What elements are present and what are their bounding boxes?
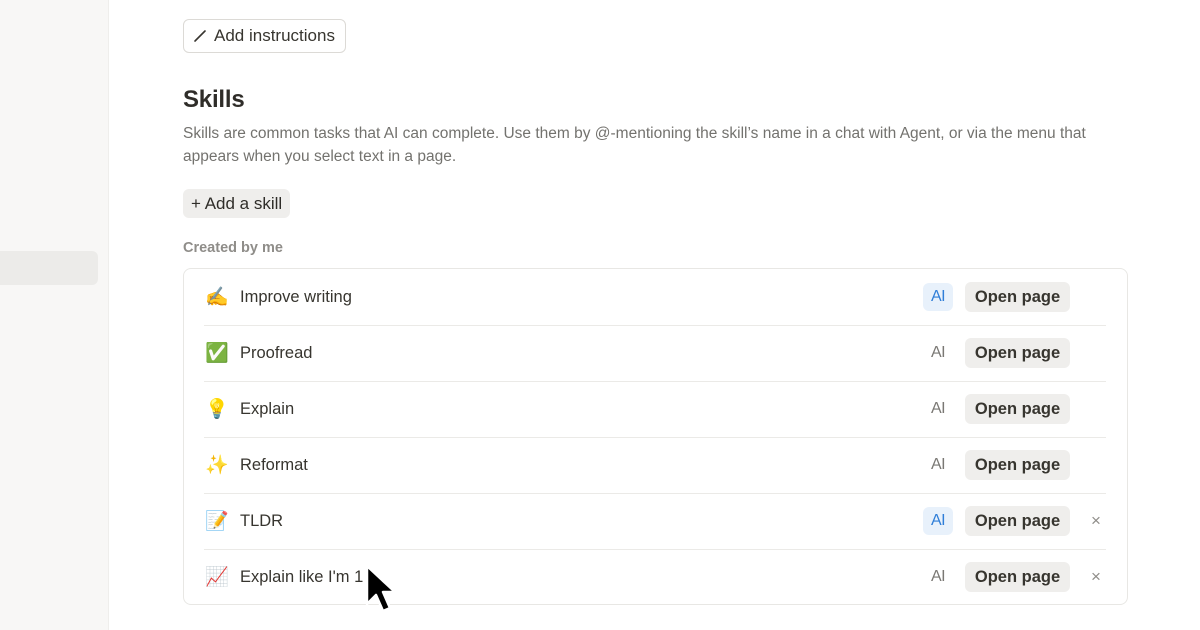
skill-name: TLDR [240, 511, 284, 530]
ai-toggle-button[interactable]: AI [923, 339, 953, 367]
check-mark-icon: ✅ [205, 343, 229, 364]
skill-row[interactable]: 📈 Explain like I'm 1 AI Open page × [204, 549, 1106, 605]
add-skill-button[interactable]: + Add a skill [183, 189, 291, 218]
mouse-cursor-icon [365, 564, 397, 613]
open-page-button[interactable]: Open page [965, 450, 1070, 480]
chart-increasing-icon: 📈 [205, 567, 229, 588]
ai-toggle-button[interactable]: AI [923, 563, 953, 591]
open-page-button[interactable]: Open page [965, 394, 1070, 424]
light-bulb-icon: 💡 [205, 399, 229, 420]
skills-heading: Skills [183, 86, 245, 113]
skill-name: Explain like I'm 1 [240, 567, 364, 586]
sparkles-icon: ✨ [205, 455, 229, 476]
open-page-button[interactable]: Open page [965, 506, 1070, 536]
skills-description: Skills are common tasks that AI can comp… [183, 125, 1086, 165]
skill-name: Explain [240, 399, 295, 418]
sidebar-selected-item[interactable] [0, 251, 98, 285]
add-instructions-button[interactable]: Add instructions [183, 19, 346, 53]
sidebar [0, 0, 109, 630]
skill-row[interactable]: 📝 TLDR AI Open page × [204, 493, 1106, 550]
pencil-icon [194, 30, 206, 42]
skill-row[interactable]: ✍️ Improve writing AI Open page [204, 269, 1106, 326]
remove-skill-button[interactable]: × [1084, 564, 1108, 590]
open-page-button[interactable]: Open page [965, 338, 1070, 368]
created-by-me-label: Created by me [183, 240, 283, 256]
skill-row[interactable]: ✨ Reformat AI Open page [204, 437, 1106, 494]
ai-toggle-button[interactable]: AI [923, 283, 953, 311]
ai-toggle-button[interactable]: AI [923, 507, 953, 535]
skill-name: Proofread [240, 343, 313, 362]
ai-toggle-button[interactable]: AI [923, 395, 953, 423]
open-page-button[interactable]: Open page [965, 562, 1070, 592]
writing-hand-icon: ✍️ [205, 287, 229, 308]
skills-list: ✍️ Improve writing AI Open page ✅ Proofread AI… [183, 268, 1128, 605]
skill-row[interactable]: 💡 Explain AI Open page [204, 381, 1106, 438]
open-page-button[interactable]: Open page [965, 282, 1070, 312]
remove-skill-button[interactable]: × [1084, 508, 1108, 534]
skill-row[interactable]: ✅ Proofread AI Open page [204, 325, 1106, 382]
main-content: Add instructions Skills Skills are commo… [183, 0, 1128, 630]
add-instructions-label: Add instructions [214, 26, 335, 45]
skill-name: Improve writing [240, 287, 352, 306]
skill-name: Reformat [240, 455, 308, 474]
ai-toggle-button[interactable]: AI [923, 451, 953, 479]
memo-icon: 📝 [205, 511, 229, 532]
